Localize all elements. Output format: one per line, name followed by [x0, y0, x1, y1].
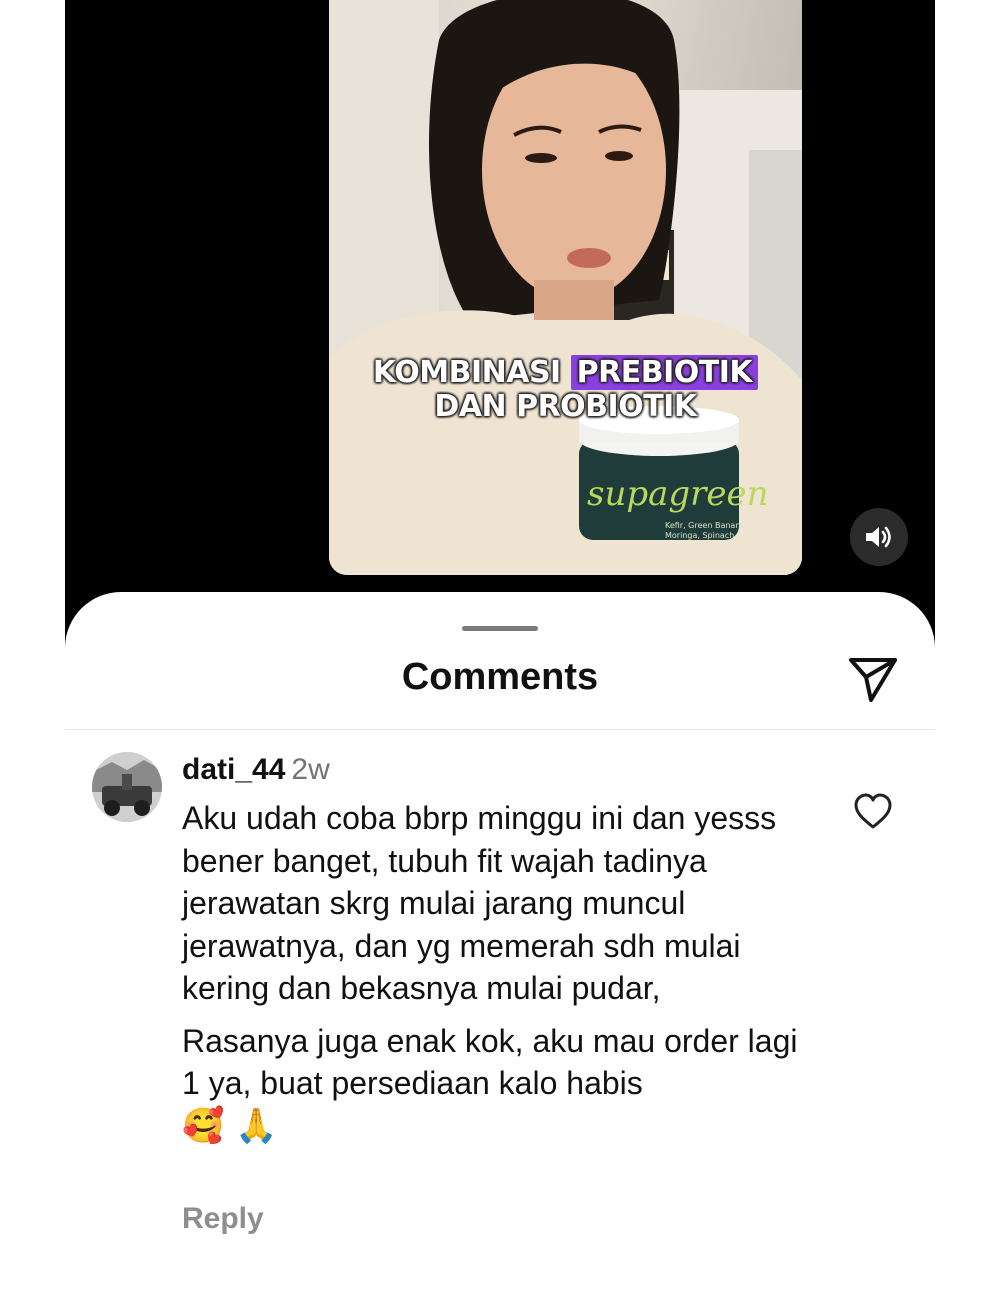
comment-body: Aku udah coba bbrp minggu ini dan yesss … — [182, 797, 822, 1157]
comment-emojis: 🥰 🙏 — [182, 1105, 278, 1146]
avatar[interactable] — [92, 752, 162, 822]
svg-text:supagreen: supagreen — [587, 474, 769, 514]
comment-paragraph: Aku udah coba bbrp minggu ini dan yesss … — [182, 800, 777, 1006]
sound-toggle-button[interactable] — [850, 508, 908, 566]
caption-text: KOMBINASI — [372, 355, 561, 390]
caption-highlight: PREBIOTIK — [570, 355, 759, 390]
video-caption-line2: DAN PROBIOTIK — [434, 389, 697, 424]
video-caption-line1: KOMBINASI PREBIOTIK — [329, 355, 802, 390]
comment-paragraph: Rasanya juga enak kok, aku mau order lag… — [182, 1020, 822, 1148]
svg-text:Kefir, Green Banana: Kefir, Green Banana — [665, 521, 745, 530]
reply-button[interactable]: Reply — [182, 1202, 264, 1236]
video-scene: supagreen Kefir, Green Banana Moringa, S… — [329, 0, 802, 575]
comment-username[interactable]: dati_44 — [182, 753, 285, 786]
sheet-grabber[interactable] — [462, 626, 538, 631]
sheet-title: Comments — [401, 656, 599, 698]
comment-paragraph-text: Rasanya juga enak kok, aku mau order lag… — [182, 1022, 798, 1102]
speaker-icon — [866, 526, 891, 548]
comment-time: 2w — [291, 753, 330, 786]
svg-text:Moringa, Spinach: Moringa, Spinach — [665, 531, 734, 540]
divider — [65, 729, 935, 730]
video-frame[interactable]: supagreen Kefir, Green Banana Moringa, S… — [329, 0, 802, 575]
avatar-image — [92, 752, 162, 822]
heart-icon[interactable] — [853, 792, 893, 832]
comment-header: dati_44 2w — [182, 752, 330, 788]
share-icon[interactable] — [847, 654, 899, 706]
